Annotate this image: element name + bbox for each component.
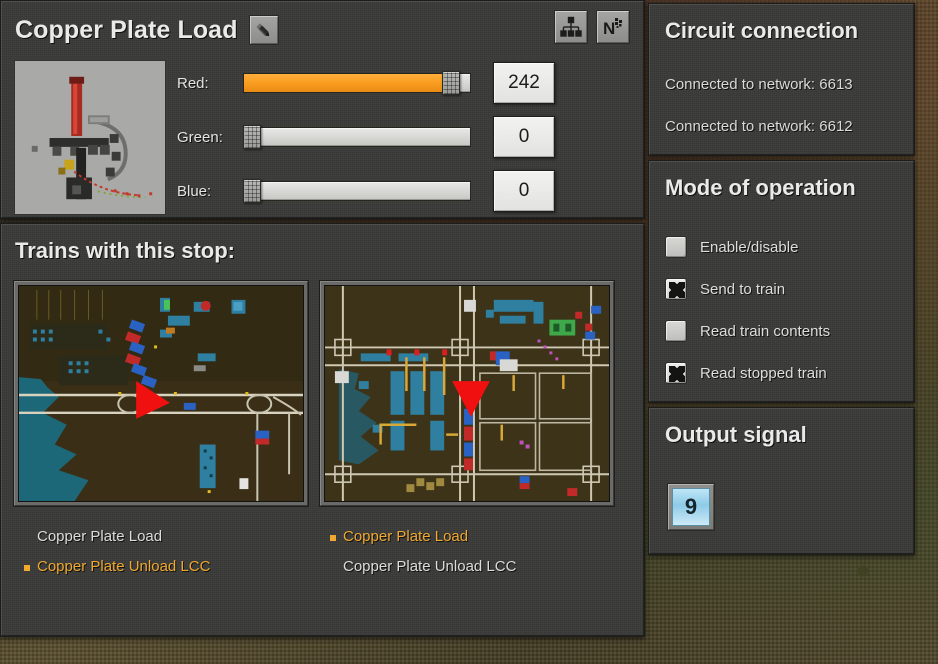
list-item: Copper Plate Load Copper Plate Unload LC… (13, 280, 309, 582)
checkbox-box (665, 236, 687, 258)
checkbox-send-to-train[interactable]: Send to train (665, 268, 906, 310)
checkbox-read-stopped-train[interactable]: Read stopped train (665, 352, 906, 394)
slider-track-blue (243, 181, 471, 201)
slider-row-blue: Blue: 0 (177, 169, 632, 213)
circuit-connection-panel: Circuit connection Connected to network:… (648, 3, 915, 156)
edit-name-button[interactable] (248, 15, 279, 45)
slider-value-red[interactable]: 242 (493, 62, 555, 104)
signal-letter-button[interactable]: N (596, 10, 630, 44)
signal-letter-n-icon: N (603, 18, 622, 38)
signal-value-icon: 9 (672, 488, 710, 526)
slider-label-blue: Blue: (177, 182, 212, 200)
slider-value-blue[interactable]: 0 (493, 170, 555, 212)
checkbox-box (665, 278, 687, 300)
train-schedule-1: Copper Plate Load Copper Plate Unload LC… (13, 522, 309, 582)
svg-text:N: N (603, 19, 615, 38)
minimap-canvas (324, 285, 610, 502)
color-slider-group: Red: 242 Green: 0 Blue: 0 (177, 61, 632, 223)
checkbox-label: Read stopped train (700, 364, 827, 382)
slider-row-red: Red: 242 (177, 61, 632, 105)
checkbox-enable-disable[interactable]: Enable/disable (665, 226, 906, 268)
list-item: Copper Plate Load Copper Plate Unload LC… (319, 280, 615, 582)
network-connection-line: Connected to network: 6612 (665, 118, 853, 135)
title-row: Copper Plate Load (15, 11, 634, 49)
minimap-render-2 (325, 286, 609, 501)
checkbox-label: Send to train (700, 280, 786, 298)
minimap-canvas (18, 285, 304, 502)
train-minimap-2[interactable] (319, 280, 615, 507)
circuit-network-tree-button[interactable] (554, 10, 588, 44)
train-list: Copper Plate Load Copper Plate Unload LC… (13, 280, 615, 582)
minimap-render-1 (19, 286, 303, 501)
output-signal-panel: Output signal 9 (648, 407, 915, 555)
output-signal-heading: Output signal (665, 422, 807, 447)
mode-option-list: Enable/disable Send to train Read train … (665, 226, 906, 394)
checkbox-label: Enable/disable (700, 238, 799, 256)
schedule-stop-current[interactable]: Copper Plate Unload LCC (24, 552, 309, 582)
circuit-connection-heading: Circuit connection (665, 18, 859, 43)
schedule-stop[interactable]: Copper Plate Unload LCC (330, 552, 615, 582)
train-stop-entity-preview-icon (15, 61, 165, 214)
slider-value-green[interactable]: 0 (493, 116, 555, 158)
trains-with-this-stop-panel: Trains with this stop: Copper Plate Load… (0, 223, 645, 637)
slider-row-green: Green: 0 (177, 115, 632, 159)
checkbox-box (665, 362, 687, 384)
mode-of-operation-panel: Mode of operation Enable/disable Send to… (648, 160, 915, 403)
page-title: Copper Plate Load (15, 15, 238, 44)
pencil-icon (256, 22, 270, 36)
slider-red[interactable] (243, 70, 471, 96)
network-connection-line: Connected to network: 6613 (665, 76, 853, 93)
slider-fill-red (244, 74, 453, 92)
header-buttons: N (554, 10, 630, 44)
slider-label-green: Green: (177, 128, 223, 146)
train-stop-entity-panel: Copper Plate Load N Red: 242 Green: 0 Bl… (0, 0, 645, 219)
checkbox-label: Read train contents (700, 322, 831, 340)
slider-green[interactable] (243, 124, 471, 150)
trains-heading: Trains with this stop: (15, 238, 236, 263)
slider-label-red: Red: (177, 74, 209, 92)
slider-blue[interactable] (243, 178, 471, 204)
slider-knob-green[interactable] (243, 125, 261, 149)
train-minimap-1[interactable] (13, 280, 309, 507)
train-schedule-2: Copper Plate Load Copper Plate Unload LC… (319, 522, 615, 582)
circuit-network-tree-icon (560, 16, 582, 37)
checkbox-read-train-contents[interactable]: Read train contents (665, 310, 906, 352)
slider-knob-blue[interactable] (243, 179, 261, 203)
schedule-stop-current[interactable]: Copper Plate Load (330, 522, 615, 552)
slider-track-green (243, 127, 471, 147)
mode-of-operation-heading: Mode of operation (665, 175, 856, 200)
slider-knob-red[interactable] (442, 71, 461, 95)
schedule-stop[interactable]: Copper Plate Load (24, 522, 309, 552)
output-signal-slot[interactable]: 9 (667, 483, 715, 531)
checkbox-box (665, 320, 687, 342)
entity-preview[interactable] (14, 60, 166, 215)
